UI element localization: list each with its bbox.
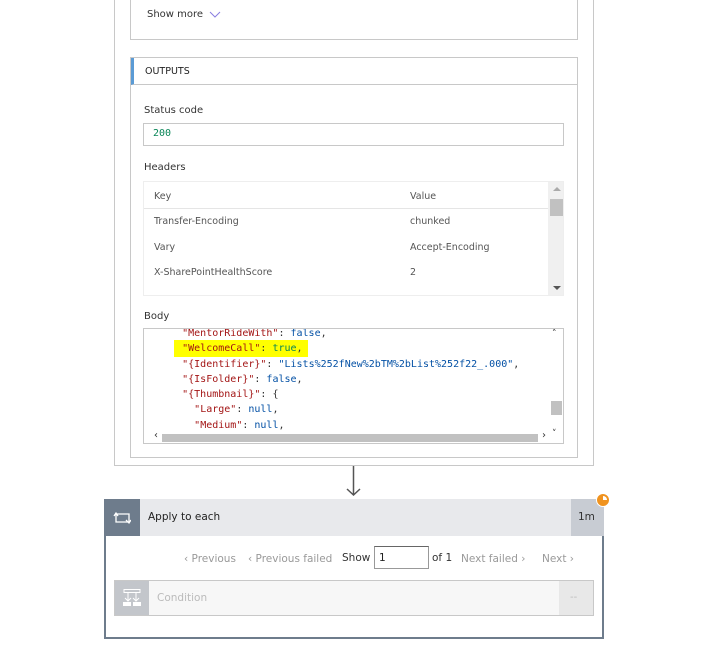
json-key: "Medium": [194, 419, 243, 431]
condition-duration: --: [570, 592, 578, 603]
column-header-key: Key: [154, 191, 172, 202]
highlight-mark: "WelcomeCall": true,: [174, 340, 308, 358]
condition-icon-block: [115, 581, 149, 615]
json-value: null: [248, 404, 273, 416]
outputs-header: OUTPUTS: [131, 58, 577, 85]
json-key: "{IsFolder}": [182, 373, 255, 385]
json-line: "MentorRideWith": false,: [182, 328, 327, 339]
next-failed-button[interactable]: Next failed ›: [461, 553, 525, 565]
next-label: Next: [542, 553, 567, 565]
json-value: false: [266, 373, 297, 385]
show-more-label: Show more: [147, 9, 204, 20]
json-key: "MentorRideWith": [182, 328, 279, 339]
json-key: "{Thumbnail}": [182, 389, 261, 401]
apply-to-each-card: Apply to each 1m ‹ Previous ‹ Previous f…: [104, 493, 610, 639]
json-line: "Medium": null,: [194, 419, 285, 431]
page-count: of 1: [432, 552, 453, 564]
show-more-button[interactable]: Show more: [147, 9, 221, 20]
page-input-value: 1: [379, 552, 386, 564]
json-value: false: [290, 328, 321, 339]
apply-to-each-title: Apply to each: [148, 511, 221, 523]
headers-table: Key Value Transfer-Encoding chunked Vary A…: [143, 181, 564, 296]
loop-icon: [113, 511, 131, 525]
condition-title: Condition: [157, 592, 208, 604]
json-line: "WelcomeCall": true,: [146, 340, 519, 358]
status-pie: [603, 496, 607, 500]
scroll-up-icon[interactable]: ˄: [552, 329, 557, 339]
scroll-down-icon[interactable]: ˅: [552, 429, 557, 439]
loop-icon-block: [104, 499, 140, 536]
header-value: Accept-Encoding: [410, 242, 490, 253]
header-key: Vary: [154, 242, 176, 253]
status-code-value: 200: [153, 128, 172, 139]
next-button[interactable]: Next ›: [542, 553, 574, 565]
scroll-up-icon[interactable]: [553, 187, 561, 191]
previous-failed-button[interactable]: ‹ Previous failed: [248, 553, 332, 565]
header-value: chunked: [410, 216, 451, 227]
body-json: "MentorRideWith": false, "WelcomeCall": …: [146, 328, 520, 443]
json-line: "{Identifier}": "Lists%252fNew%2bTM%2bLi…: [182, 358, 520, 370]
body-code-viewer[interactable]: "MentorRideWith": false, "WelcomeCall": …: [143, 328, 564, 444]
json-key: "WelcomeCall": [182, 343, 261, 355]
condition-icon: [123, 589, 141, 606]
json-line: "{Thumbnail}": {: [182, 389, 279, 401]
json-value: "Lists%252fNew%2bTM%2bList%252f22_.000": [278, 358, 514, 370]
previous-button[interactable]: ‹ Previous: [184, 553, 236, 565]
header-key: Transfer-Encoding: [154, 216, 239, 227]
column-header-value: Value: [410, 191, 437, 202]
status-code-field[interactable]: 200: [143, 123, 564, 146]
previous-label: Previous: [191, 553, 236, 565]
scroll-thumb[interactable]: [162, 434, 538, 442]
header-value: 2: [410, 267, 417, 278]
show-label: Show: [342, 552, 371, 564]
inputs-card: Show more: [130, 0, 578, 40]
scroll-left-icon[interactable]: ‹: [154, 430, 158, 441]
outputs-title: OUTPUTS: [145, 66, 190, 77]
scroll-thumb[interactable]: [550, 199, 563, 216]
scroll-thumb[interactable]: [551, 401, 562, 415]
json-key: "{Identifier}": [182, 358, 267, 370]
status-code-label: Status code: [144, 105, 204, 116]
page-input[interactable]: 1: [374, 546, 429, 569]
next-failed-label: Next failed: [461, 553, 518, 565]
body-vscrollbar[interactable]: ˄ ˅: [549, 329, 563, 443]
json-value: {: [272, 389, 279, 401]
condition-duration-block: --: [559, 581, 593, 615]
previous-failed-label: Previous failed: [255, 553, 333, 565]
running-status-icon: [596, 493, 610, 507]
json-line: "Large": null,: [194, 404, 279, 416]
body-hscrollbar[interactable]: ‹ ›: [144, 430, 549, 443]
headers-label: Headers: [144, 162, 186, 173]
condition-action[interactable]: Condition --: [114, 580, 594, 616]
json-key: "Large": [194, 404, 237, 416]
json-value: true: [272, 343, 297, 355]
scroll-down-icon[interactable]: [553, 286, 561, 290]
apply-to-each-header[interactable]: Apply to each 1m: [104, 499, 604, 536]
connector-arrow-icon: [346, 466, 361, 497]
json-value: null: [254, 419, 279, 431]
outputs-card: OUTPUTS Status code 200 Headers Key Valu…: [130, 57, 578, 458]
body-label: Body: [144, 311, 170, 322]
header-key: X-SharePointHealthScore: [154, 267, 273, 278]
scroll-right-icon[interactable]: ›: [542, 430, 546, 441]
headers-scrollbar[interactable]: [548, 182, 563, 295]
headers-table-head: Key Value: [144, 182, 548, 209]
duration: 1m: [578, 511, 595, 523]
chevron-down-icon: [209, 11, 221, 18]
json-line: "{IsFolder}": false,: [182, 373, 303, 385]
